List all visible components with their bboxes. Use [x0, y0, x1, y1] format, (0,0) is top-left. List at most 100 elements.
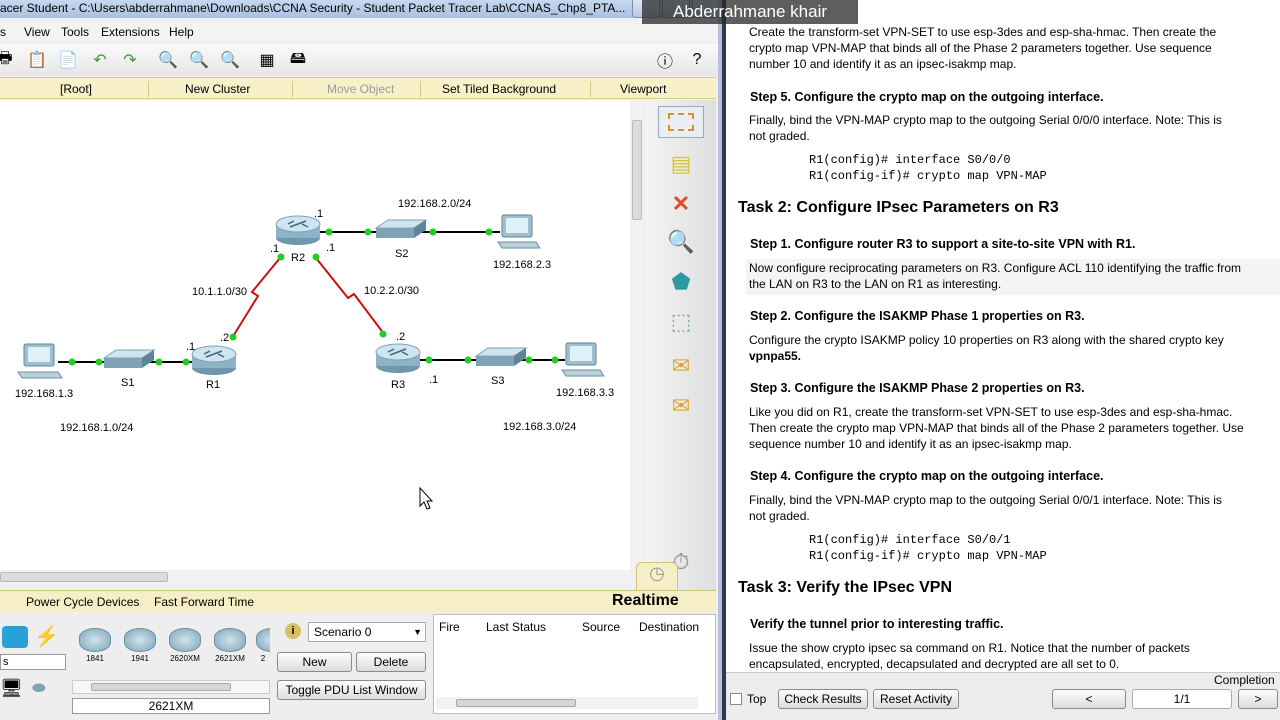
device-1841[interactable]: 1841: [76, 628, 114, 663]
logical-workspace-bar: [Root] New Cluster Move Object Set Tiled…: [0, 77, 716, 99]
doc-task2-step1-heading: Step 1. Configure router R3 to support a…: [750, 237, 1136, 251]
col-destination[interactable]: Destination: [639, 620, 699, 634]
inspect-tool-icon[interactable]: 🔍: [658, 226, 704, 258]
device-1941[interactable]: 1941: [121, 628, 159, 663]
undo-icon[interactable]: ↶: [89, 49, 111, 71]
new-cluster-button[interactable]: New Cluster: [185, 82, 250, 96]
doc-code-4: R1(config-if)# crypto map VPN-MAP: [809, 549, 1047, 563]
col-source[interactable]: Source: [582, 620, 620, 634]
move-object-button[interactable]: Move Object: [327, 82, 394, 96]
pc-192-168-2-3-icon[interactable]: [497, 214, 541, 249]
doc-task3-text-1: Issue the show crypto ipsec sa command o…: [749, 641, 1190, 655]
top-checkbox[interactable]: [730, 693, 742, 705]
connections-icon[interactable]: ⚡: [34, 624, 59, 649]
new-scenario-button[interactable]: New: [277, 652, 352, 672]
device-2621xm[interactable]: 2621XM: [211, 628, 249, 663]
realtime-mode-label[interactable]: Realtime: [612, 592, 679, 610]
label-net-192-168-2-0: 192.168.2.0/24: [398, 198, 471, 210]
label-r1: R1: [206, 379, 220, 391]
instructions-document: Create the transform-set VPN-SET to use …: [726, 0, 1280, 720]
help-icon[interactable]: ?: [686, 49, 708, 71]
workspace-horizontal-scrollbar[interactable]: [0, 570, 630, 584]
add-simple-pdu-icon[interactable]: ✉: [658, 350, 704, 382]
power-cycle-devices-button[interactable]: Power Cycle Devices: [26, 595, 139, 609]
switch-s3-icon[interactable]: [474, 347, 528, 366]
topology-diagram: 192.168.2.0/24 192.168.2.3 R2 S2 .1 .1 .…: [15, 198, 614, 510]
scenario-info-icon[interactable]: i: [285, 623, 301, 639]
doc-code-3: R1(config)# interface S0/0/1: [809, 533, 1011, 547]
copy-icon[interactable]: 📄: [57, 49, 79, 71]
resize-shape-tool-icon[interactable]: ⬚: [658, 306, 704, 338]
doc-task2-step1-text-1: Now configure reciprocating parameters o…: [749, 261, 1242, 275]
device-category-label: s: [0, 654, 66, 670]
doc-step-5-heading: Step 5. Configure the crypto map on the …: [750, 90, 1104, 104]
wireless-devices-icon[interactable]: [2, 626, 28, 648]
menu-item-extensions[interactable]: Extensions: [101, 25, 160, 39]
zoom-reset-icon[interactable]: 🔍: [188, 49, 210, 71]
activity-wizard-icon[interactable]: 📋: [26, 49, 48, 71]
custom-device-icon[interactable]: 🖴: [287, 49, 309, 71]
viewport-button[interactable]: Viewport: [620, 82, 666, 96]
print-icon[interactable]: 🖶: [0, 49, 16, 71]
redo-icon[interactable]: ↷: [119, 49, 141, 71]
custom-made-devices-icon[interactable]: ⬬: [32, 680, 46, 698]
label-r2-lan-ip: .1: [314, 208, 323, 220]
menu-item-help[interactable]: Help: [169, 25, 194, 39]
logical-workspace[interactable]: 192.168.2.0/24 192.168.2.3 R2 S2 .1 .1 .…: [0, 100, 630, 570]
router-r2-icon[interactable]: [275, 215, 321, 245]
palette-icon[interactable]: ▦: [256, 49, 278, 71]
router-r3-icon[interactable]: [375, 343, 421, 373]
delete-tool-icon[interactable]: ✕: [658, 188, 704, 220]
label-net-192-168-3-0: 192.168.3.0/24: [503, 421, 576, 433]
zoom-in-icon[interactable]: 🔍: [157, 49, 179, 71]
zoom-out-icon[interactable]: 🔍: [219, 49, 241, 71]
workspace-vertical-scrollbar[interactable]: [630, 100, 644, 570]
toggle-pdu-list-button[interactable]: Toggle PDU List Window: [277, 680, 426, 700]
watermark: Abderrahmane khair: [642, 0, 858, 24]
instructions-footer: Completion Top Check Results Reset Activ…: [726, 672, 1280, 720]
doc-task-2-heading: Task 2: Configure IPsec Parameters on R3: [738, 199, 1059, 216]
device-2620xm[interactable]: 2620XM: [166, 628, 204, 663]
label-pc-192-168-1-3: 192.168.1.3: [15, 388, 73, 400]
common-tools-bar: ▤ ✕ 🔍 ⬟ ⬚ ✉ ✉ ⏱: [646, 100, 716, 590]
doc-step-5-text-1: Finally, bind the VPN-MAP crypto map to …: [749, 113, 1222, 127]
multiuser-icon[interactable]: 🖥: [0, 678, 23, 699]
menu-item-view[interactable]: View: [24, 25, 50, 39]
col-fire[interactable]: Fire: [439, 620, 460, 634]
set-tiled-background-button[interactable]: Set Tiled Background: [442, 82, 556, 96]
router-r1-icon[interactable]: [191, 345, 237, 375]
col-last-status[interactable]: Last Status: [486, 620, 546, 634]
add-complex-pdu-icon[interactable]: ✉: [658, 390, 704, 422]
packet-tracer-window: acer Student - C:\Users\abderrahmane\Dow…: [0, 0, 722, 720]
pdu-list-table: Fire Last Status Source Destination: [433, 614, 716, 714]
menu-item-file[interactable]: s: [0, 25, 6, 39]
realtime-clock-icon[interactable]: ◷: [636, 562, 678, 590]
label-r2: R2: [291, 252, 305, 264]
doc-task-3-heading: Task 3: Verify the IPsec VPN: [738, 579, 953, 596]
delete-scenario-button[interactable]: Delete: [356, 652, 426, 672]
label-r1-s0-ip: .2: [220, 332, 229, 344]
switch-s2-icon[interactable]: [374, 219, 428, 238]
doc-code-2: R1(config-if)# crypto map VPN-MAP: [809, 169, 1047, 183]
note-tool-icon[interactable]: ▤: [658, 148, 704, 180]
check-results-button[interactable]: Check Results: [778, 689, 868, 709]
previous-page-button[interactable]: <: [1052, 689, 1126, 709]
select-tool-icon[interactable]: [658, 106, 704, 138]
pc-192-168-1-3-icon[interactable]: [17, 343, 63, 379]
doc-para-3: number 10 and identify it as an ipsec-is…: [749, 57, 1017, 71]
fast-forward-time-button[interactable]: Fast Forward Time: [154, 595, 254, 609]
info-icon[interactable]: ⓘ: [654, 49, 676, 71]
menu-item-tools[interactable]: Tools: [61, 25, 89, 39]
next-page-button[interactable]: >: [1238, 689, 1278, 709]
pdu-list-scrollbar[interactable]: [436, 697, 698, 709]
pc-192-168-3-3-icon[interactable]: [561, 342, 605, 377]
doc-task2-step3-text-2: Then create the crypto map VPN-MAP that …: [749, 421, 1244, 435]
device-list-scrollbar[interactable]: [72, 680, 270, 694]
device-more[interactable]: 2: [256, 628, 270, 663]
label-s3: S3: [491, 375, 504, 387]
root-button[interactable]: [Root]: [60, 82, 92, 96]
scenario-select[interactable]: Scenario 0 ▼: [308, 622, 426, 642]
reset-activity-button[interactable]: Reset Activity: [873, 689, 959, 709]
draw-shape-tool-icon[interactable]: ⬟: [658, 266, 704, 298]
switch-s1-icon[interactable]: [102, 349, 156, 368]
